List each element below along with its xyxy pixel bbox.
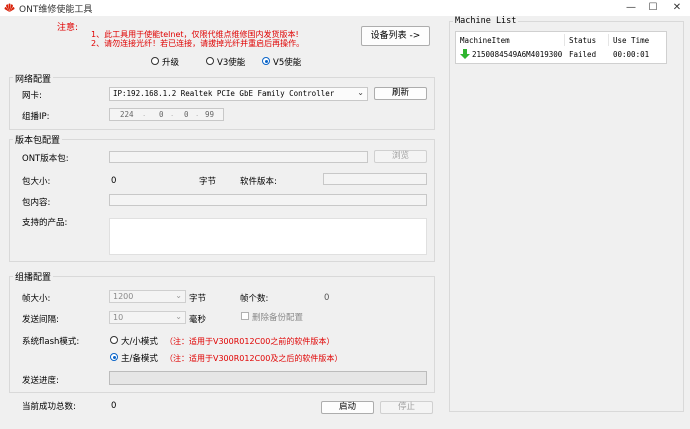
package-contents-field (109, 194, 427, 206)
use-time-cell: 00:00:01 (613, 50, 650, 59)
send-interval-unit: 毫秒 (189, 315, 207, 325)
multicast-ip-label: 组播IP: (22, 112, 50, 122)
frame-size-unit: 字节 (189, 294, 207, 304)
refresh-button[interactable]: 刷新 (374, 87, 427, 100)
frame-count-label: 帧个数: (240, 294, 269, 304)
flash-mode-label: 系统flash模式: (22, 337, 80, 347)
minimize-button[interactable]: — (622, 1, 640, 15)
frame-count-value: 0 (324, 293, 330, 303)
column-header-machine-item[interactable]: MachineItem (460, 36, 510, 45)
maximize-button[interactable]: ☐ (644, 1, 662, 15)
network-config-group (9, 77, 435, 130)
mode-label-v5: V5使能 (273, 58, 302, 68)
ip-octet-2: 0 (159, 110, 164, 119)
frame-size-value: 1200 (113, 292, 134, 301)
chevron-down-icon: ⌄ (175, 291, 182, 300)
start-button[interactable]: 启动 (321, 401, 374, 414)
machine-list-group (449, 21, 684, 412)
nic-select-value: IP:192.168.1.2 Realtek PCIe GbE Family C… (113, 89, 335, 98)
flash-mode-label-main-backup: 主/备模式 (121, 354, 158, 364)
success-total-value: 0 (111, 401, 117, 411)
mode-label-v3: V3使能 (217, 58, 246, 68)
green-arrow-down-icon (460, 49, 470, 59)
send-interval-select[interactable]: 10 ⌄ (109, 311, 186, 324)
title-bar (0, 0, 690, 16)
notice-label: 注意: (57, 23, 79, 33)
column-divider (608, 34, 609, 46)
flash-mode-radio-main-backup[interactable] (110, 353, 118, 361)
delete-backup-checkbox[interactable] (241, 312, 249, 320)
supported-products-label: 支持的产品: (22, 218, 68, 228)
flash-mode-radio-big-small[interactable] (110, 336, 118, 344)
column-header-use-time[interactable]: Use Time (613, 36, 649, 45)
flash-mode-label-big-small: 大/小模式 (121, 337, 158, 347)
package-size-value: 0 (111, 176, 117, 186)
send-interval-value: 10 (113, 313, 124, 322)
machine-list-title: Machine List (453, 16, 519, 26)
software-version-label: 软件版本: (240, 177, 277, 187)
flash-mode-note-big-small: （注：适用于V300R012C00之前的软件版本） (165, 337, 335, 346)
network-config-label: 网络配置 (13, 72, 54, 85)
mode-label-upgrade: 升级 (162, 58, 180, 68)
send-interval-label: 发送间隔: (22, 315, 59, 325)
ip-dot-1: . (143, 110, 146, 118)
chevron-down-icon: ⌄ (357, 88, 364, 97)
ip-dot-3: . (196, 110, 199, 118)
flash-mode-note-main-backup: （注：适用于V300R012C00及之后的软件版本） (165, 354, 343, 363)
send-progress-label: 发送进度: (22, 376, 59, 386)
huawei-logo-icon (4, 3, 15, 12)
column-header-status[interactable]: Status (569, 36, 596, 45)
multicast-ip-input[interactable]: 224 . 0 . 0 . 99 (109, 108, 224, 121)
ip-octet-3: 0 (184, 110, 189, 119)
package-contents-label: 包内容: (22, 198, 51, 208)
window-title: ONT维修使能工具 (19, 5, 93, 15)
ont-package-path-input[interactable] (109, 151, 368, 163)
software-version-field (323, 173, 427, 185)
multicast-config-label: 组播配置 (13, 270, 54, 283)
ont-package-label: ONT版本包: (22, 154, 69, 164)
mode-radio-v3[interactable] (206, 57, 214, 65)
browse-button[interactable]: 浏览 (374, 150, 427, 163)
delete-backup-label: 删除备份配置 (252, 313, 304, 323)
machine-list-table[interactable]: MachineItem Status Use Time 2150084549A6… (455, 31, 667, 64)
package-size-label: 包大小: (22, 177, 51, 187)
frame-size-label: 帧大小: (22, 294, 51, 304)
table-row[interactable]: 2150084549A6M4019300 Failed 00:00:01 (456, 48, 666, 61)
chevron-down-icon: ⌄ (175, 312, 182, 321)
nic-select[interactable]: IP:192.168.1.2 Realtek PCIe GbE Family C… (109, 87, 368, 101)
send-progress-bar (109, 371, 427, 385)
machine-item-cell: 2150084549A6M4019300 (472, 50, 563, 59)
ip-octet-4: 99 (205, 110, 215, 119)
package-size-unit: 字节 (199, 177, 217, 187)
close-button[interactable]: ✕ (668, 1, 686, 15)
success-total-label: 当前成功总数: (22, 402, 76, 412)
column-divider (564, 34, 565, 46)
stop-button[interactable]: 停止 (380, 401, 433, 414)
nic-label: 网卡: (22, 91, 42, 101)
mode-radio-upgrade[interactable] (151, 57, 159, 65)
supported-products-list[interactable] (109, 218, 427, 255)
device-list-button[interactable]: 设备列表 -> (361, 26, 430, 46)
frame-size-select[interactable]: 1200 ⌄ (109, 290, 186, 303)
mode-radio-v5[interactable] (262, 57, 270, 65)
notice-line-2: 2、请勿连接光纤！若已连接，请拔掉光纤并重启后再操作。 (91, 39, 305, 48)
status-cell: Failed (569, 50, 597, 59)
package-config-label: 版本包配置 (13, 133, 63, 146)
ip-octet-1: 224 (120, 110, 134, 119)
ip-dot-2: . (171, 110, 174, 118)
